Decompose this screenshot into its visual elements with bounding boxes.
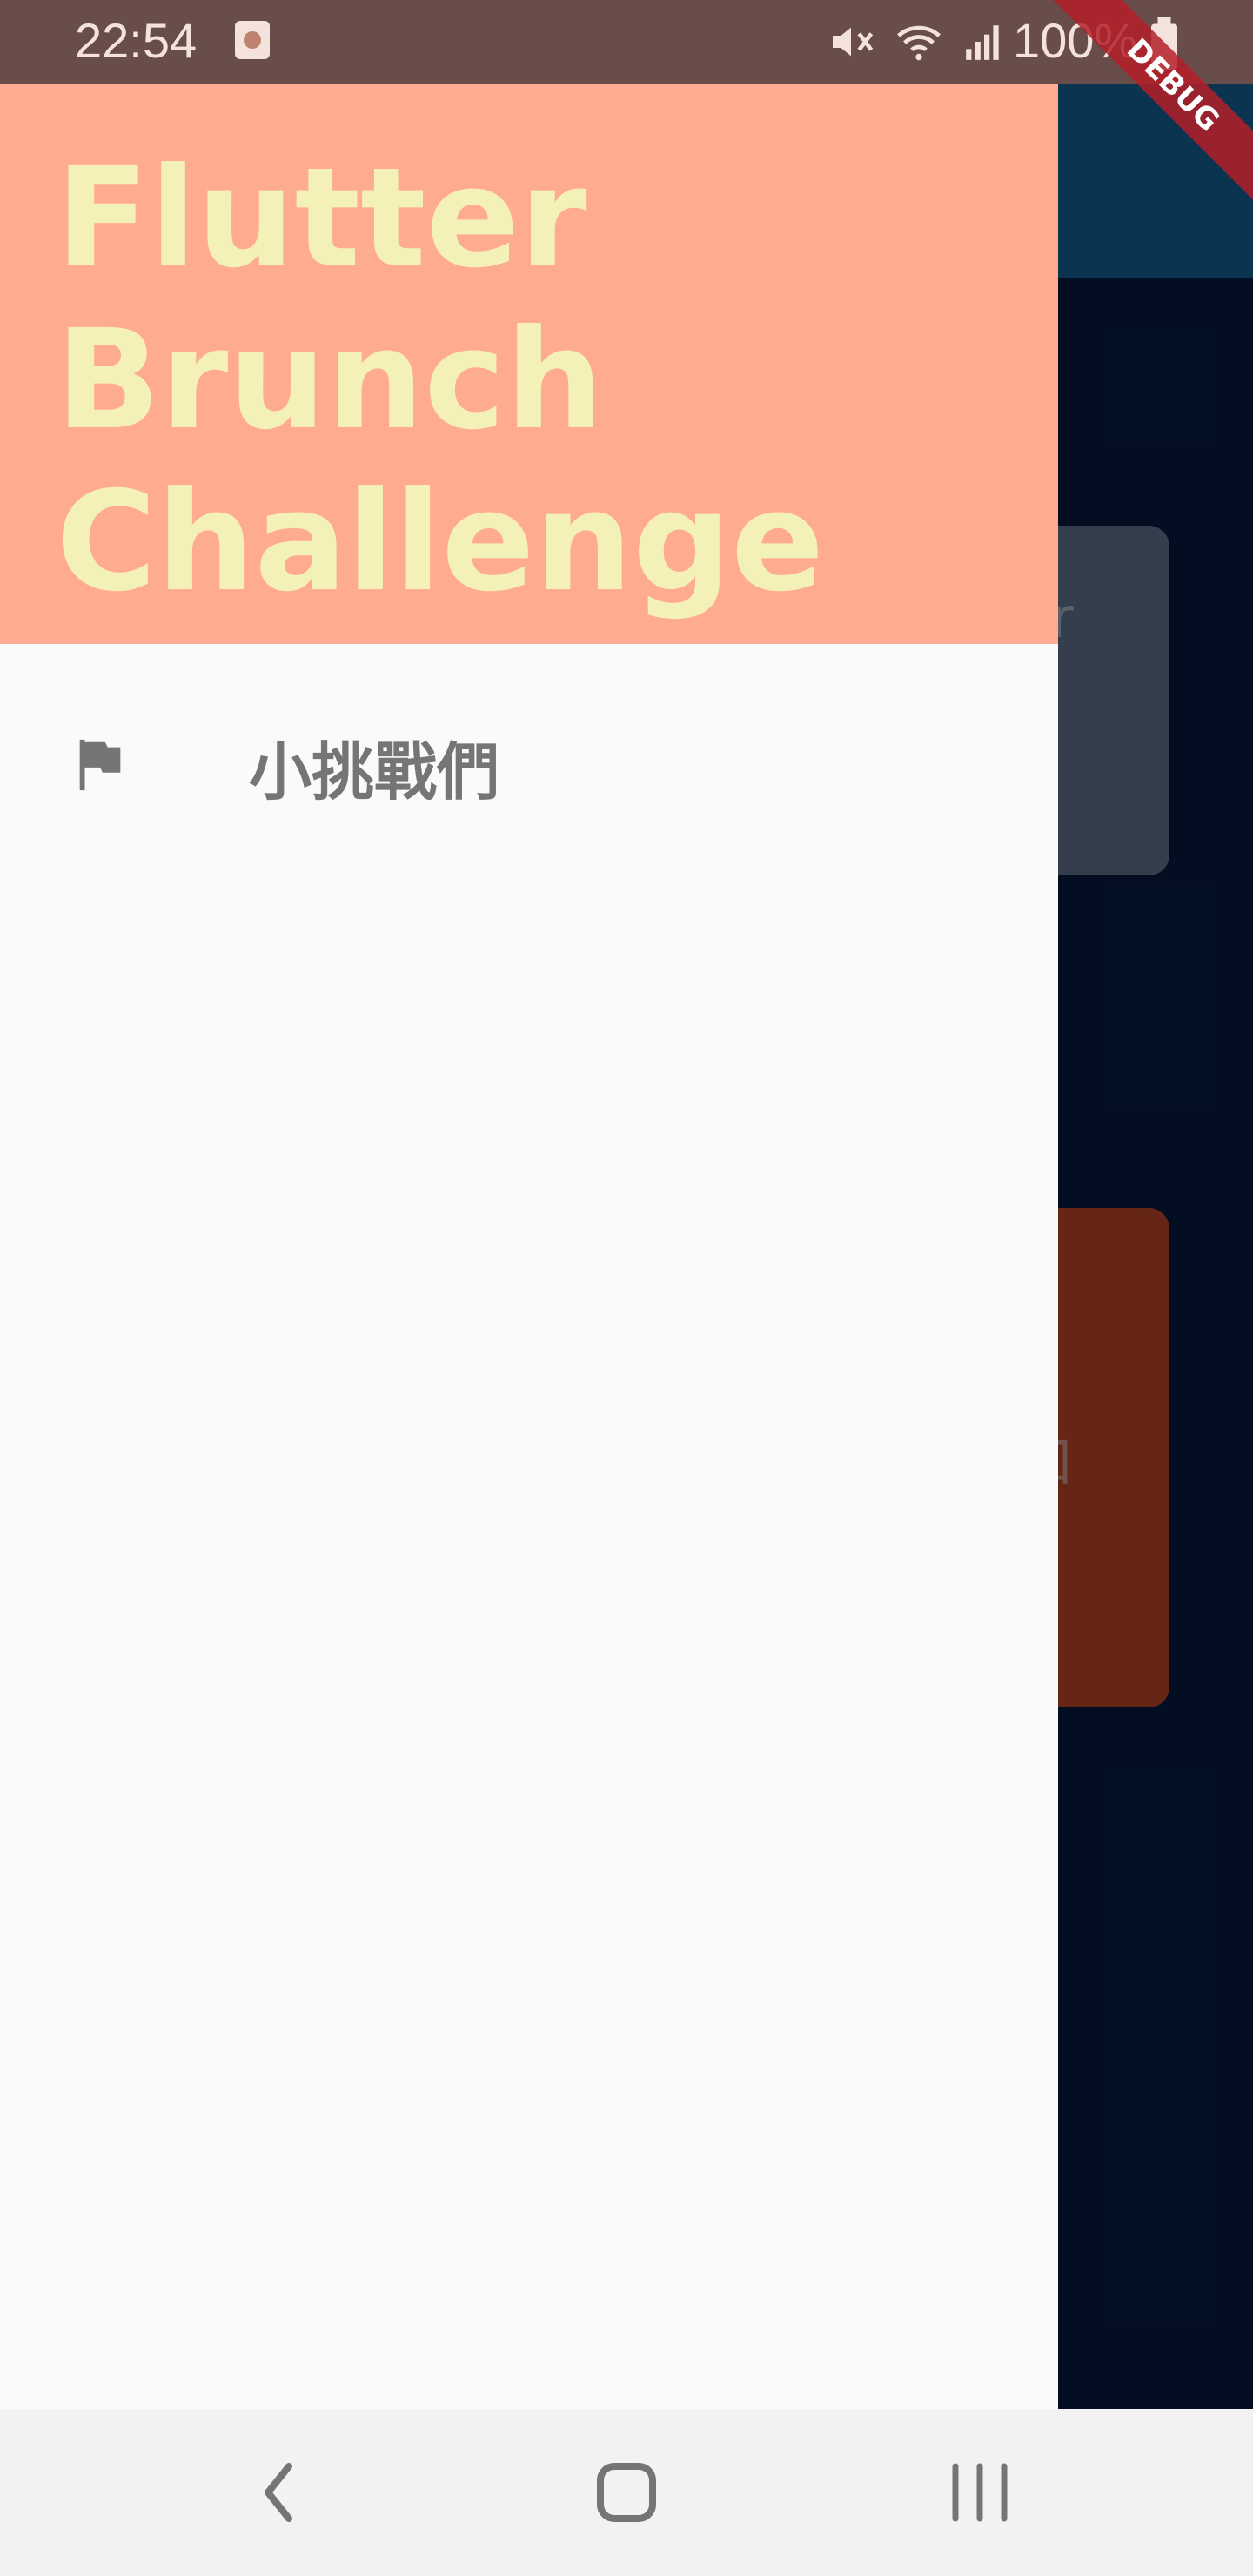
system-nav-bar: [0, 2409, 1253, 2576]
drawer-item-label: 小挑戰們: [249, 735, 500, 808]
status-time: 22:54: [75, 13, 198, 68]
mute-icon: [833, 27, 874, 57]
signal-icon: [966, 25, 999, 60]
clock-icon: [235, 21, 270, 59]
drawer-header-title: Flutter Brunch Challenge: [56, 138, 825, 622]
home-icon[interactable]: [539, 2409, 714, 2576]
recents-icon[interactable]: [893, 2409, 1067, 2576]
wifi-icon: [897, 25, 941, 61]
status-icons: [827, 16, 1006, 68]
drawer-item-challenges[interactable]: 小挑戰們: [0, 686, 1058, 842]
flag-icon: [79, 739, 121, 791]
navigation-drawer: Flutter Brunch Challenge 小挑戰們: [0, 84, 1058, 2409]
drawer-header: Flutter Brunch Challenge: [0, 84, 1058, 644]
back-icon[interactable]: [191, 2409, 365, 2576]
